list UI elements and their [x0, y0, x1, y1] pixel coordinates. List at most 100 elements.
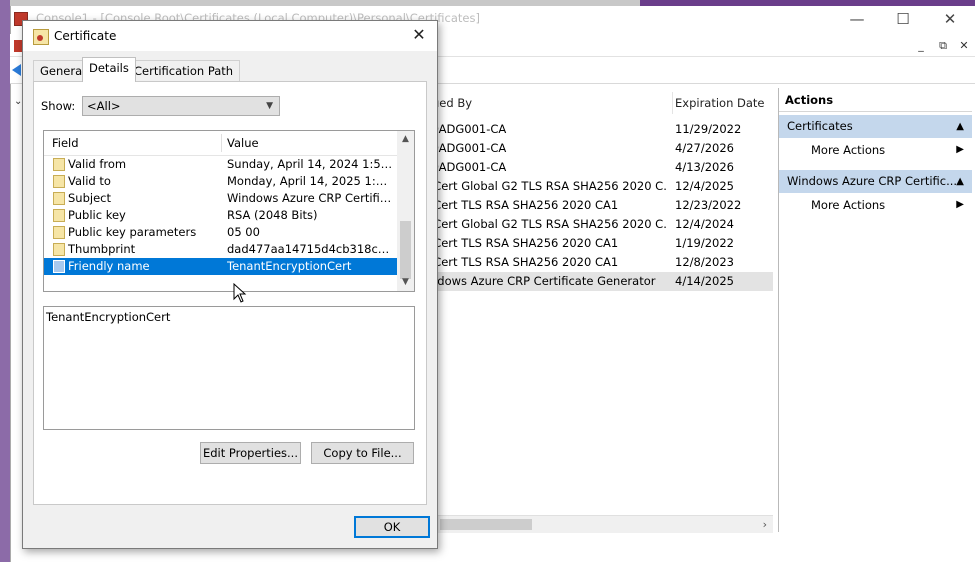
collapse-icon[interactable]: ▲: [956, 170, 964, 193]
actions-section-selected-cert[interactable]: Windows Azure CRP Certific... ▲: [779, 170, 972, 193]
field-name: Subject: [68, 191, 111, 205]
more-actions-label: More Actions: [811, 198, 886, 212]
show-dropdown[interactable]: <All> ▼: [82, 96, 280, 116]
list-item[interactable]: iCert TLS RSA SHA256 2020 CA1 12/23/2022: [428, 196, 773, 215]
list-horizontal-scrollbar[interactable]: ›: [428, 515, 773, 533]
more-actions-label: More Actions: [811, 143, 886, 157]
inner-minimize-button[interactable]: _: [912, 38, 930, 54]
expiration-cell: 12/23/2022: [675, 198, 742, 212]
issued-by-cell: DADG001-CA: [430, 160, 507, 174]
inner-close-button[interactable]: ✕: [955, 38, 973, 54]
grid-row[interactable]: Valid from Sunday, April 14, 2024 1:57:5…: [44, 156, 397, 173]
actions-header: Actions: [779, 88, 972, 112]
list-item[interactable]: DADG001-CA 4/27/2026: [428, 139, 773, 158]
section-title: Certificates: [787, 119, 853, 133]
list-item[interactable]: DADG001-CA 11/29/2022: [428, 120, 773, 139]
expiration-cell: 12/4/2025: [675, 179, 734, 193]
show-dropdown-value: <All>: [87, 99, 121, 113]
field-icon: [53, 260, 65, 273]
tab-details[interactable]: Details: [82, 57, 136, 82]
list-item-selected[interactable]: ndows Azure CRP Certificate Generator 4/…: [428, 272, 773, 291]
scroll-down-icon[interactable]: ▼: [397, 277, 414, 287]
field-value: TenantEncryptionCert: [227, 259, 352, 273]
field-value: dad477aa14715d4cb318c3b7...: [227, 242, 393, 256]
scroll-right-icon[interactable]: ›: [763, 516, 767, 533]
expiration-cell: 11/29/2022: [675, 122, 742, 136]
field-value: Windows Azure CRP Certificat...: [227, 191, 393, 205]
issued-by-cell: ndows Azure CRP Certificate Generator: [430, 274, 656, 288]
issued-by-cell: DADG001-CA: [430, 122, 507, 136]
expiration-cell: 4/13/2026: [675, 160, 734, 174]
expiration-cell: 4/14/2025: [675, 274, 734, 288]
copy-to-file-button[interactable]: Copy to File...: [311, 442, 414, 464]
submenu-arrow-icon: ▶: [956, 199, 964, 210]
scrollbar-thumb[interactable]: [400, 221, 411, 279]
back-arrow-icon[interactable]: [12, 64, 21, 76]
scroll-up-icon[interactable]: ▲: [397, 134, 414, 144]
column-header-value[interactable]: Value: [227, 131, 259, 155]
dialog-title-bar: Certificate ✕: [23, 21, 437, 51]
scrollbar-thumb[interactable]: [440, 519, 532, 530]
desktop-edge: [0, 0, 10, 562]
actions-section-certificates[interactable]: Certificates ▲: [779, 115, 972, 138]
field-icon: [53, 158, 65, 171]
column-divider[interactable]: [221, 134, 222, 152]
chevron-down-icon: ▼: [266, 101, 273, 111]
certificate-list: ued By Expiration Date DADG001-CA 11/29/…: [428, 92, 773, 532]
grid-row[interactable]: Public key parameters 05 00: [44, 224, 397, 241]
list-item[interactable]: iCert TLS RSA SHA256 2020 CA1 1/19/2022: [428, 234, 773, 253]
issued-by-cell: iCert Global G2 TLS RSA SHA256 2020 C...: [430, 179, 666, 193]
field-detail-textbox[interactable]: TenantEncryptionCert: [43, 306, 415, 430]
more-actions-item[interactable]: More Actions ▶: [779, 140, 972, 160]
field-icon: [53, 175, 65, 188]
edit-properties-button[interactable]: Edit Properties...: [200, 442, 301, 464]
field-icon: [53, 192, 65, 205]
grid-row[interactable]: Subject Windows Azure CRP Certificat...: [44, 190, 397, 207]
grid-row[interactable]: Public key RSA (2048 Bits): [44, 207, 397, 224]
field-name: Public key parameters: [68, 225, 197, 239]
field-value: 05 00: [227, 225, 260, 239]
actions-pane: Actions Certificates ▲ More Actions ▶ Wi…: [778, 88, 972, 532]
list-item[interactable]: iCert Global G2 TLS RSA SHA256 2020 C...…: [428, 215, 773, 234]
inner-restore-button[interactable]: ⧉: [934, 38, 952, 54]
ok-button[interactable]: OK: [354, 516, 430, 538]
column-header-field[interactable]: Field: [52, 131, 79, 155]
grid-header: Field Value: [44, 131, 397, 156]
issued-by-cell: iCert TLS RSA SHA256 2020 CA1: [430, 198, 619, 212]
more-actions-item[interactable]: More Actions ▶: [779, 195, 972, 215]
collapse-icon[interactable]: ▲: [956, 115, 964, 138]
submenu-arrow-icon: ▶: [956, 144, 964, 155]
expiration-cell: 1/19/2022: [675, 236, 734, 250]
field-value: Sunday, April 14, 2024 1:57:5...: [227, 157, 393, 171]
field-icon: [53, 243, 65, 256]
field-value: Monday, April 14, 2025 1:57:5...: [227, 174, 393, 188]
issued-by-cell: iCert Global G2 TLS RSA SHA256 2020 C...: [430, 217, 666, 231]
expiration-cell: 12/4/2024: [675, 217, 734, 231]
expiration-cell: 12/8/2023: [675, 255, 734, 269]
list-item[interactable]: iCert Global G2 TLS RSA SHA256 2020 C...…: [428, 177, 773, 196]
field-icon: [53, 209, 65, 222]
maximize-button[interactable]: ☐: [889, 8, 917, 30]
grid-row-selected[interactable]: Friendly name TenantEncryptionCert: [44, 258, 397, 275]
list-item[interactable]: iCert TLS RSA SHA256 2020 CA1 12/8/2023: [428, 253, 773, 272]
issued-by-cell: iCert TLS RSA SHA256 2020 CA1: [430, 236, 619, 250]
tab-certification-path[interactable]: Certification Path: [127, 60, 241, 81]
expiration-cell: 4/27/2026: [675, 141, 734, 155]
dialog-title: Certificate: [54, 29, 117, 43]
column-header-expiration-date[interactable]: Expiration Date: [671, 92, 775, 114]
dialog-close-button[interactable]: ✕: [407, 24, 431, 46]
field-icon: [53, 226, 65, 239]
grid-row[interactable]: Valid to Monday, April 14, 2025 1:57:5..…: [44, 173, 397, 190]
details-field-grid: Field Value Valid from Sunday, April 14,…: [43, 130, 415, 292]
field-value: RSA (2048 Bits): [227, 208, 318, 222]
grid-row[interactable]: Thumbprint dad477aa14715d4cb318c3b7...: [44, 241, 397, 258]
list-item[interactable]: DADG001-CA 4/13/2026: [428, 158, 773, 177]
close-button[interactable]: ✕: [936, 8, 964, 30]
field-name: Friendly name: [68, 259, 150, 273]
minimize-button[interactable]: —: [843, 8, 871, 30]
column-header-issued-by[interactable]: ued By: [428, 92, 673, 114]
grid-vertical-scrollbar[interactable]: ▲ ▼: [397, 131, 414, 291]
field-name: Valid to: [68, 174, 111, 188]
certificate-icon: [33, 29, 49, 45]
issued-by-cell: iCert TLS RSA SHA256 2020 CA1: [430, 255, 619, 269]
